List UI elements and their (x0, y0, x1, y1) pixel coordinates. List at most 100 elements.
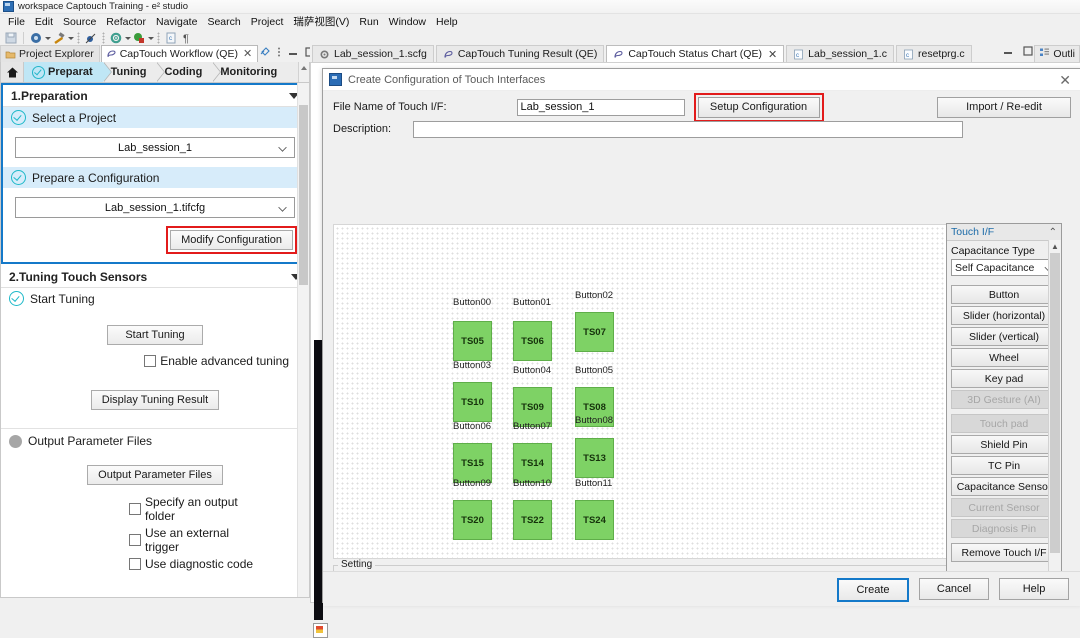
toolbar-handle[interactable] (77, 31, 80, 44)
scroll-up-icon[interactable]: ▲ (1049, 240, 1061, 252)
palette-item-capacitance-sensor[interactable]: Capacitance Sensor (951, 477, 1057, 496)
button-cell[interactable]: Button04 TS09 (513, 365, 552, 427)
button-cell[interactable]: Button09 TS20 (453, 478, 492, 540)
specify-output-folder-checkbox[interactable] (129, 503, 141, 515)
palette-item-key-pad[interactable]: Key pad (951, 369, 1057, 388)
capacitance-type-select[interactable]: Self Capacitance (951, 259, 1057, 276)
cancel-button[interactable]: Cancel (919, 578, 989, 600)
button-cell[interactable]: Button02 TS07 (575, 290, 614, 352)
workflow-step-monitoring[interactable]: Monitoring (212, 62, 287, 82)
menu-edit[interactable]: Edit (30, 16, 58, 28)
close-icon[interactable]: ✕ (243, 48, 252, 60)
sensor-block[interactable]: TS22 (513, 500, 552, 540)
start-tuning-button[interactable]: Start Tuning (107, 325, 203, 345)
build-hammer-icon[interactable] (52, 31, 66, 45)
menu-file[interactable]: File (3, 16, 30, 28)
touch-interface-canvas[interactable]: Button00 TS05 Button01 TS06 Button02 TS0… (333, 224, 950, 559)
maximize-icon[interactable] (1022, 45, 1034, 60)
use-external-trigger-checkbox[interactable] (129, 534, 141, 546)
toolbar-handle-3[interactable] (157, 31, 160, 44)
palette-item-remove-touch-if[interactable]: Remove Touch I/F (951, 543, 1057, 562)
run-icon[interactable] (132, 31, 146, 45)
workflow-scroll-up[interactable] (298, 62, 309, 82)
palette-item-slider-horizontal[interactable]: Slider (horizontal) (951, 306, 1057, 325)
sensor-block[interactable]: TS20 (453, 500, 492, 540)
editor-tab-status-chart[interactable]: CapTouch Status Chart (QE) ✕ (606, 45, 785, 62)
link-editor-icon[interactable] (259, 46, 271, 61)
button-cell[interactable]: Button06 TS15 (453, 421, 492, 483)
palette-item-wheel[interactable]: Wheel (951, 348, 1057, 367)
left-panel-scrollbar[interactable] (297, 83, 309, 597)
minimize-icon[interactable] (287, 46, 299, 61)
palette-scrollbar[interactable]: ▲ ▼ (1048, 240, 1061, 598)
enable-advanced-tuning-row[interactable]: Enable advanced tuning (144, 354, 289, 368)
description-input[interactable] (413, 120, 964, 138)
configuration-select[interactable]: Lab_session_1.tifcfg (15, 197, 295, 218)
editor-tab-scfg[interactable]: Lab_session_1.scfg (312, 45, 434, 62)
home-icon[interactable] (1, 62, 24, 82)
button-cell[interactable]: Button10 TS22 (513, 478, 552, 540)
palette-item-button[interactable]: Button (951, 285, 1057, 304)
sensor-block[interactable]: TS07 (575, 312, 614, 352)
create-button[interactable]: Create (837, 578, 909, 602)
button-cell[interactable]: Button11 TS24 (575, 478, 614, 540)
pilcrow-icon[interactable]: ¶ (180, 31, 194, 45)
save-icon[interactable] (4, 31, 18, 45)
palette-item-slider-vertical[interactable]: Slider (vertical) (951, 327, 1057, 346)
sensor-block[interactable]: TS13 (575, 438, 614, 478)
view-tab-captouch-workflow[interactable]: CapTouch Workflow (QE) ✕ (100, 45, 259, 62)
section-header-tuning[interactable]: 2.Tuning Touch Sensors (1, 266, 309, 288)
close-icon[interactable]: ✕ (768, 48, 777, 61)
sensor-block[interactable]: TS10 (453, 382, 492, 422)
scrollbar-thumb[interactable] (299, 105, 308, 285)
specify-output-folder-row[interactable]: Specify an output folder (129, 495, 261, 523)
menu-window[interactable]: Window (384, 16, 431, 28)
menu-run[interactable]: Run (354, 16, 383, 28)
run-dropdown-icon[interactable] (147, 31, 154, 45)
editor-tab-resetprg-c[interactable]: c resetprg.c (895, 45, 972, 62)
menu-source[interactable]: Source (58, 16, 101, 28)
sensor-block[interactable]: TS24 (575, 500, 614, 540)
button-cell[interactable]: Button00 TS05 (453, 297, 492, 361)
build-dropdown-icon[interactable] (67, 31, 74, 45)
step-output-parameter-files[interactable]: Output Parameter Files (1, 429, 309, 453)
use-diagnostic-code-checkbox[interactable] (129, 558, 141, 570)
view-tab-outline[interactable]: Outli (1034, 45, 1080, 62)
collapse-icon[interactable]: ⌃ (1049, 227, 1057, 238)
external-tools-dropdown-icon[interactable] (124, 31, 131, 45)
view-menu-icon[interactable] (276, 46, 282, 61)
project-select[interactable]: Lab_session_1 (15, 137, 295, 158)
new-c-file-icon[interactable]: c (164, 31, 178, 45)
sensor-block[interactable]: TS15 (453, 443, 492, 483)
scrollbar-thumb[interactable] (1050, 253, 1060, 553)
display-tuning-result-button[interactable]: Display Tuning Result (90, 390, 220, 410)
palette-item-shield-pin[interactable]: Shield Pin (951, 435, 1057, 454)
modify-configuration-button[interactable]: Modify Configuration (170, 230, 293, 250)
enable-advanced-tuning-checkbox[interactable] (144, 355, 157, 367)
file-name-input[interactable]: Lab_session_1 (516, 98, 685, 116)
use-diagnostic-code-row[interactable]: Use diagnostic code (129, 557, 253, 571)
toolbar-handle-2[interactable] (102, 31, 105, 44)
step-prepare-a-configuration[interactable]: Prepare a Configuration (3, 167, 307, 188)
debug-dropdown-icon[interactable] (44, 31, 51, 45)
editor-tab-lab-session-c[interactable]: c Lab_session_1.c (786, 45, 894, 62)
debug-icon[interactable] (29, 31, 43, 45)
workflow-step-preparation[interactable]: Preparat (24, 62, 112, 82)
sensor-block[interactable]: TS06 (513, 321, 552, 361)
external-tools-icon[interactable] (109, 31, 123, 45)
menu-project[interactable]: Project (246, 16, 289, 28)
setup-configuration-button[interactable]: Setup Configuration (697, 96, 820, 118)
sensor-block[interactable]: TS14 (513, 443, 552, 483)
view-tab-project-explorer[interactable]: Project Explorer (0, 45, 100, 62)
sensor-block[interactable]: TS05 (453, 321, 492, 361)
help-button[interactable]: Help (999, 578, 1069, 600)
section-header-preparation[interactable]: 1.Preparation (3, 85, 307, 107)
minimize-icon[interactable] (1002, 45, 1014, 60)
palette-item-tc-pin[interactable]: TC Pin (951, 456, 1057, 475)
button-cell[interactable]: Button08 TS13 (575, 415, 614, 478)
menu-search[interactable]: Search (202, 16, 245, 28)
button-cell[interactable]: Button07 TS14 (513, 421, 552, 483)
menu-renesas-views[interactable]: 瑞萨视图(V) (288, 14, 354, 29)
step-select-a-project[interactable]: Select a Project (3, 107, 307, 128)
button-cell[interactable]: Button01 TS06 (513, 297, 552, 361)
